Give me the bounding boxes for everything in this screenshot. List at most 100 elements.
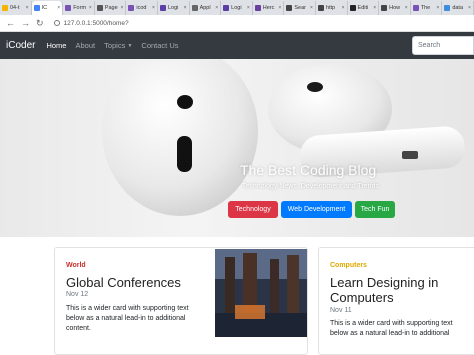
tab-favicon-icon	[223, 5, 230, 11]
tab-label: 04-t	[10, 5, 20, 11]
site-navbar: iCoder Home About Topics ▼ Contact Us Se…	[0, 32, 474, 59]
tab-close-icon[interactable]: ×	[436, 5, 439, 11]
browser-tab[interactable]: Editi ×	[348, 1, 380, 15]
tab-favicon-icon	[33, 5, 40, 11]
browser-tab[interactable]: icod ×	[126, 1, 158, 15]
browser-address-bar: ← → ↻ 127.0.0.1:5000/home?	[0, 15, 474, 32]
browser-tab[interactable]: 04-t ×	[0, 1, 32, 15]
tab-favicon-icon	[412, 5, 419, 11]
tab-favicon-icon	[96, 5, 103, 11]
card-text-line: below as a natural lead-in to additional	[66, 315, 186, 322]
tab-label: Logi	[167, 5, 179, 11]
hero-title: The Best Coding Blog	[240, 162, 377, 178]
browser-tab[interactable]: Logi ×	[221, 1, 253, 15]
tab-favicon-icon	[444, 5, 451, 11]
tab-close-icon[interactable]: ×	[405, 5, 408, 11]
tab-label: Page	[104, 5, 118, 11]
browser-tab[interactable]: Herc ×	[253, 1, 285, 15]
tab-favicon-icon	[349, 5, 356, 11]
tech-fun-button-label: Tech Fun	[360, 206, 390, 213]
tab-label: icod	[136, 5, 147, 11]
tab-close-icon[interactable]: ×	[57, 5, 60, 11]
tab-close-icon[interactable]: ×	[215, 5, 218, 11]
nav-link-contact[interactable]: Contact Us	[141, 41, 178, 50]
card-date: Nov 12	[66, 291, 89, 298]
browser-tab-strip: 04-t × IC × Form × Page × icod × Logi × Appl × Logi × He…	[0, 0, 474, 15]
browser-tab[interactable]: How ×	[379, 1, 411, 15]
card-title: Learn Designing in Computers	[330, 275, 438, 305]
card-image	[215, 249, 307, 337]
tab-label: Appl	[199, 5, 211, 11]
tab-label: The	[420, 5, 431, 11]
browser-tab[interactable]: Sear ×	[284, 1, 316, 15]
back-arrow-icon[interactable]: ←	[6, 18, 15, 28]
tab-favicon-icon	[2, 5, 8, 11]
browser-tab[interactable]: http ×	[316, 1, 348, 15]
card-text-line: below as a natural lead-in to additional	[330, 330, 450, 337]
tab-close-icon[interactable]: ×	[342, 5, 345, 11]
blog-card-computers: Computers Learn Designing in Computers N…	[318, 247, 474, 355]
web-development-button[interactable]: Web Development	[281, 201, 352, 218]
tab-close-icon[interactable]: ×	[278, 5, 281, 11]
browser-tab[interactable]: Logi ×	[158, 1, 190, 15]
tab-label: IC	[41, 5, 48, 11]
reload-icon[interactable]: ↻	[36, 18, 44, 28]
nav-link-about[interactable]: About	[75, 41, 95, 50]
card-text-line: This is a wider card with supporting tex…	[330, 320, 453, 327]
tab-favicon-icon	[191, 5, 198, 11]
tab-close-icon[interactable]: ×	[310, 5, 313, 11]
hero-carousel: The Best Coding Blog Technology News, De…	[0, 59, 474, 237]
tab-close-icon[interactable]: ×	[184, 5, 187, 11]
browser-tab[interactable]: The ×	[411, 1, 443, 15]
caret-down-icon: ▼	[127, 43, 133, 50]
tab-favicon-icon	[254, 5, 261, 11]
tab-close-icon[interactable]: ×	[89, 5, 92, 11]
tab-favicon-icon	[159, 5, 166, 11]
nav-link-topics[interactable]: Topics ▼	[104, 41, 132, 50]
info-icon	[53, 20, 60, 26]
forward-arrow-icon[interactable]: →	[21, 18, 30, 28]
url-text: 127.0.0.1:5000/home?	[63, 19, 129, 27]
tab-favicon-icon	[286, 5, 293, 11]
card-category: Computers	[330, 262, 367, 269]
tab-close-icon[interactable]: ×	[468, 5, 471, 11]
browser-tab[interactable]: Appl ×	[190, 1, 222, 15]
technology-button-label: Technology	[235, 206, 271, 213]
tab-favicon-icon	[381, 5, 388, 11]
hero-subtitle: Technology News, Development and Trends	[242, 183, 379, 190]
tab-close-icon[interactable]: ×	[247, 5, 250, 11]
blog-card-world: World Global Conferences Nov 12 This is …	[54, 247, 308, 355]
card-text-line: This is a wider card with supporting tex…	[66, 305, 189, 312]
card-title: Global Conferences	[66, 275, 181, 290]
tab-label: Editi	[357, 5, 369, 11]
tab-close-icon[interactable]: ×	[152, 5, 155, 11]
browser-tab[interactable]: Page ×	[95, 1, 127, 15]
tab-label: Form	[73, 5, 87, 11]
card-title-line: Computers	[330, 290, 394, 305]
tab-favicon-icon	[128, 5, 135, 11]
tech-fun-button[interactable]: Tech Fun	[355, 201, 395, 218]
tab-close-icon[interactable]: ×	[26, 5, 29, 11]
card-text: This is a wider card with supporting tex…	[66, 304, 189, 334]
card-date: Nov 11	[330, 307, 352, 314]
card-category: World	[66, 262, 86, 269]
browser-tab[interactable]: IC ×	[31, 1, 64, 15]
browser-tab[interactable]: Form ×	[63, 1, 95, 15]
technology-button[interactable]: Technology	[228, 201, 278, 218]
card-title-line: Learn Designing in	[330, 275, 439, 290]
tab-label: http	[325, 5, 336, 11]
card-text-line: content.	[66, 325, 91, 332]
tab-favicon-icon	[65, 5, 72, 11]
navbar-brand[interactable]: iCoder	[6, 40, 35, 51]
card-text: This is a wider card with supporting tex…	[330, 319, 453, 339]
tab-label: How	[389, 5, 401, 11]
tab-close-icon[interactable]: ×	[120, 5, 123, 11]
nav-link-home[interactable]: Home	[46, 41, 66, 50]
url-field[interactable]: 127.0.0.1:5000/home?	[53, 19, 129, 27]
tab-label: Herc	[262, 5, 275, 11]
search-input[interactable]: Search	[412, 36, 474, 55]
tab-close-icon[interactable]: ×	[373, 5, 376, 11]
tab-label: data	[452, 5, 464, 11]
browser-tab[interactable]: data ×	[442, 1, 474, 15]
tab-label: Sear	[294, 5, 306, 11]
